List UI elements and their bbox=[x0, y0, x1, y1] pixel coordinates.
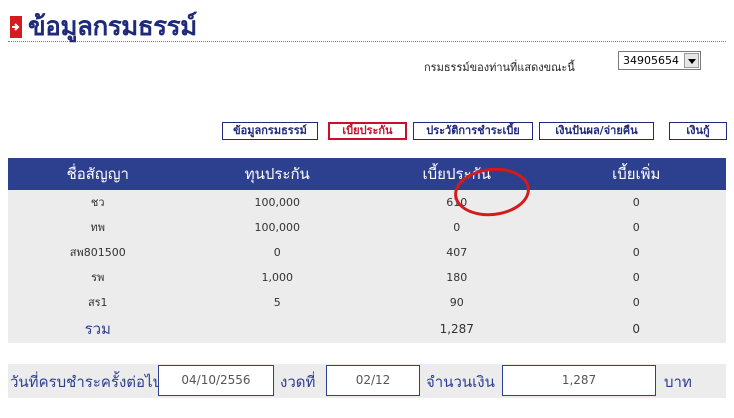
table-cell: 100,000 bbox=[254, 196, 301, 209]
table-cell: 0 bbox=[632, 221, 640, 234]
total-extra: 0 bbox=[632, 322, 641, 336]
table-cell: สร1 bbox=[87, 296, 108, 309]
table-row: ชว 100,000 610 0 bbox=[8, 190, 726, 215]
amount-field: 1,287 bbox=[502, 365, 656, 396]
currency-label: บาท bbox=[664, 373, 692, 391]
table-cell: 0 bbox=[632, 246, 640, 259]
payment-summary: วันที่ครบชำระครั้งต่อไป 04/10/2556 งวดที… bbox=[8, 364, 726, 398]
tab-policy-info[interactable]: ข้อมูลกรมธรรม์ bbox=[222, 122, 318, 140]
column-header: เบี้ยเพิ่ม bbox=[612, 165, 661, 183]
table-cell: 0 bbox=[632, 271, 640, 284]
tab-loan[interactable]: เงินกู้ bbox=[669, 122, 727, 140]
chevron-down-icon[interactable] bbox=[684, 53, 699, 68]
table-cell: 100,000 bbox=[254, 221, 301, 234]
table-cell: 0 bbox=[632, 196, 640, 209]
table-cell: 180 bbox=[446, 271, 468, 284]
table-body: ชว 100,000 610 0 ทพ 100,000 0 0 สพ801500… bbox=[8, 190, 726, 343]
tab-dividend[interactable]: เงินปันผล/จ่ายคืน bbox=[539, 122, 654, 140]
table-cell: 0 bbox=[453, 221, 461, 234]
policy-select-value: 34905654 bbox=[623, 54, 679, 67]
installment-field: 02/12 bbox=[326, 365, 420, 396]
page-title: ข้อมูลกรมธรรม์ bbox=[28, 12, 197, 42]
total-label: รวม bbox=[84, 320, 111, 338]
amount-label: จำนวนเงิน bbox=[426, 373, 495, 391]
installment-label: งวดที่ bbox=[280, 373, 316, 391]
table-row: ทพ 100,000 0 0 bbox=[8, 215, 726, 240]
page-header: ข้อมูลกรมธรรม์ bbox=[8, 6, 726, 42]
policy-select[interactable]: 34905654 bbox=[618, 51, 701, 70]
due-date-field: 04/10/2556 bbox=[158, 365, 274, 396]
policy-selector-label: กรมธรรม์ของท่านที่แสดงขณะนี้ bbox=[424, 61, 575, 74]
table-cell: รพ bbox=[91, 271, 105, 284]
arrow-right-icon bbox=[10, 16, 22, 38]
table-total-row: รวม 1,287 0 bbox=[8, 315, 726, 343]
table-cell: 407 bbox=[446, 246, 468, 259]
table-cell: 0 bbox=[273, 246, 281, 259]
tab-premium[interactable]: เบี้ยประกัน bbox=[328, 122, 407, 140]
table-cell: 0 bbox=[632, 296, 640, 309]
due-date-label: วันที่ครบชำระครั้งต่อไป bbox=[10, 373, 163, 391]
total-sum-assured bbox=[188, 315, 368, 343]
column-header: ชื่อสัญญา bbox=[66, 165, 129, 183]
table-header: ชื่อสัญญา ทุนประกัน เบี้ยประกัน เบี้ยเพิ… bbox=[8, 158, 726, 190]
tab-payment-history[interactable]: ประวัติการชำระเบี้ย bbox=[413, 122, 533, 140]
table-cell: 5 bbox=[273, 296, 281, 309]
table-cell: ทพ bbox=[90, 221, 105, 234]
table-row: สร1 5 90 0 bbox=[8, 290, 726, 315]
table-cell: 1,000 bbox=[261, 271, 294, 284]
column-header: ทุนประกัน bbox=[244, 165, 310, 183]
table-cell: สพ801500 bbox=[69, 246, 126, 259]
table-row: รพ 1,000 180 0 bbox=[8, 265, 726, 290]
table-row: สพ801500 0 407 0 bbox=[8, 240, 726, 265]
premium-table: ชื่อสัญญา ทุนประกัน เบี้ยประกัน เบี้ยเพิ… bbox=[8, 158, 726, 343]
total-premium: 1,287 bbox=[439, 322, 474, 336]
table-cell: ชว bbox=[90, 196, 105, 209]
table-cell: 90 bbox=[449, 296, 464, 309]
